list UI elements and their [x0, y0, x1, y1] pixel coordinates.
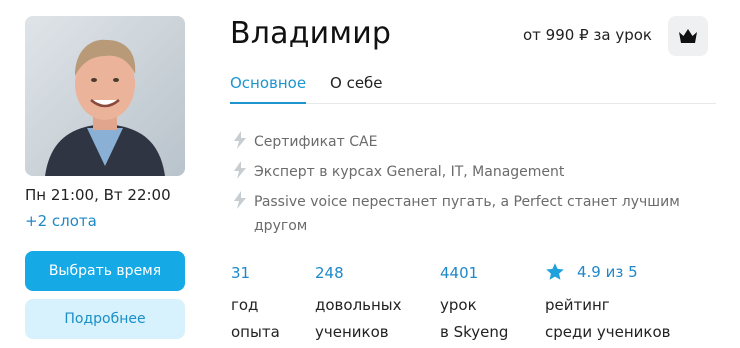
stat-label-line: год: [231, 296, 259, 314]
stat-label-line: довольных: [315, 296, 402, 314]
more-slots-link[interactable]: +2 слота: [25, 212, 97, 230]
tutor-name: Владимир: [230, 16, 392, 51]
feature-text: Эксперт в курсах General, IT, Management: [254, 164, 565, 180]
stat-label-line: рейтинг: [545, 296, 610, 314]
avatar: [25, 16, 185, 176]
stat-experience-value: 31: [231, 264, 251, 282]
bolt-icon: [232, 130, 254, 154]
stat-label-line: опыта: [231, 323, 280, 341]
stat-students-label: довольных учеников: [315, 292, 402, 346]
details-button[interactable]: Подробнее: [25, 299, 185, 339]
stat-rating-value-row: 4.9 из 5: [545, 262, 638, 282]
stat-label-line: урок: [440, 296, 477, 314]
bolt-icon: [232, 160, 254, 184]
stat-label-line: среди учеников: [545, 323, 671, 341]
feature-text: Сертификат CAE: [254, 134, 378, 150]
tutor-photo: [25, 16, 185, 176]
stat-rating-label: рейтинг среди учеников: [545, 292, 671, 346]
stat-lessons-label: урок в Skyeng: [440, 292, 508, 346]
feature-item: Эксперт в курсах General, IT, Management: [232, 160, 564, 184]
stat-rating-value: 4.9 из 5: [577, 263, 638, 281]
schedule-times: Пн 21:00, Вт 22:00: [25, 186, 171, 204]
crown-icon: [679, 29, 697, 43]
stat-label-line: в Skyeng: [440, 323, 509, 341]
bolt-icon: [232, 190, 254, 238]
stat-label-line: учеников: [315, 323, 389, 341]
feature-item: Passive voice перестанет пугать, а Perfe…: [232, 190, 722, 238]
premium-button[interactable]: [668, 16, 708, 56]
stat-lessons-value: 4401: [440, 264, 479, 282]
feature-item: Сертификат CAE: [232, 130, 377, 154]
tab-about[interactable]: О себе: [330, 74, 383, 104]
profile-tabs: Основное О себе: [230, 74, 716, 104]
star-icon: [546, 263, 564, 280]
stat-experience-label: год опыта: [231, 292, 280, 346]
choose-time-button[interactable]: Выбрать время: [25, 251, 185, 291]
stat-students-value: 248: [315, 264, 344, 282]
price-per-lesson: от 990 ₽ за урок: [523, 26, 652, 44]
feature-text: Passive voice перестанет пугать, а Perfe…: [254, 194, 680, 234]
tab-main[interactable]: Основное: [230, 74, 307, 104]
